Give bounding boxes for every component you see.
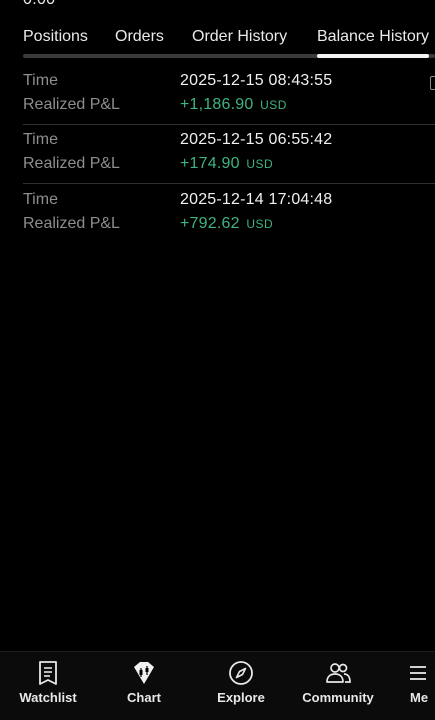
tab-order-history[interactable]: Order History [192, 28, 287, 46]
pnl-label: Realized P&L [23, 96, 120, 113]
nav-label: Watchlist [19, 690, 77, 705]
pnl-value: +174.90 [180, 155, 240, 172]
balance-record: Time 2025-12-15 08:43:55 Realized P&L +1… [0, 70, 435, 130]
balance-record: Time 2025-12-15 06:55:42 Realized P&L +1… [0, 129, 435, 189]
nav-chart[interactable]: Chart [104, 652, 184, 720]
chart-icon [134, 662, 154, 684]
tab-bar: Positions Orders Order History Balance H… [0, 24, 435, 58]
record-pnl: +1,186.90 USD [180, 96, 287, 114]
pnl-currency: USD [246, 217, 274, 231]
balance-record: Time 2025-12-14 17:04:48 Realized P&L +7… [0, 189, 435, 249]
tab-balance-history[interactable]: Balance History [317, 28, 429, 46]
pnl-value: +1,186.90 [180, 96, 254, 113]
pnl-label: Realized P&L [23, 155, 120, 172]
watchlist-icon [39, 661, 57, 685]
nav-label: Me [410, 690, 429, 705]
pnl-value: +792.62 [180, 215, 240, 232]
nav-label: Explore [217, 690, 265, 705]
pnl-currency: USD [246, 157, 274, 171]
row-divider [23, 183, 435, 184]
nav-watchlist[interactable]: Watchlist [8, 652, 88, 720]
time-label: Time [23, 131, 58, 148]
time-label: Time [23, 191, 58, 208]
nav-label: Community [302, 690, 374, 705]
nav-community[interactable]: Community [298, 652, 378, 720]
time-label: Time [23, 72, 58, 89]
tab-positions[interactable]: Positions [23, 28, 88, 46]
record-pnl: +792.62 USD [180, 215, 273, 233]
nav-label: Chart [127, 690, 161, 705]
nav-me[interactable]: Me [388, 652, 435, 720]
community-icon [326, 663, 351, 683]
menu-icon [410, 666, 426, 680]
bottom-nav: Watchlist Chart Explore Community Me [0, 651, 435, 720]
record-time: 2025-12-15 06:55:42 [180, 131, 333, 148]
tab-orders[interactable]: Orders [115, 28, 164, 46]
pnl-label: Realized P&L [23, 215, 120, 232]
record-pnl: +174.90 USD [180, 155, 273, 173]
compass-icon [229, 661, 253, 685]
record-time: 2025-12-14 17:04:48 [180, 191, 333, 208]
record-time: 2025-12-15 08:43:55 [180, 72, 333, 89]
active-tab-indicator [317, 54, 429, 58]
account-value-partial: 0.00 [23, 0, 55, 9]
row-divider [23, 124, 435, 125]
nav-explore[interactable]: Explore [201, 652, 281, 720]
pnl-currency: USD [260, 98, 287, 112]
